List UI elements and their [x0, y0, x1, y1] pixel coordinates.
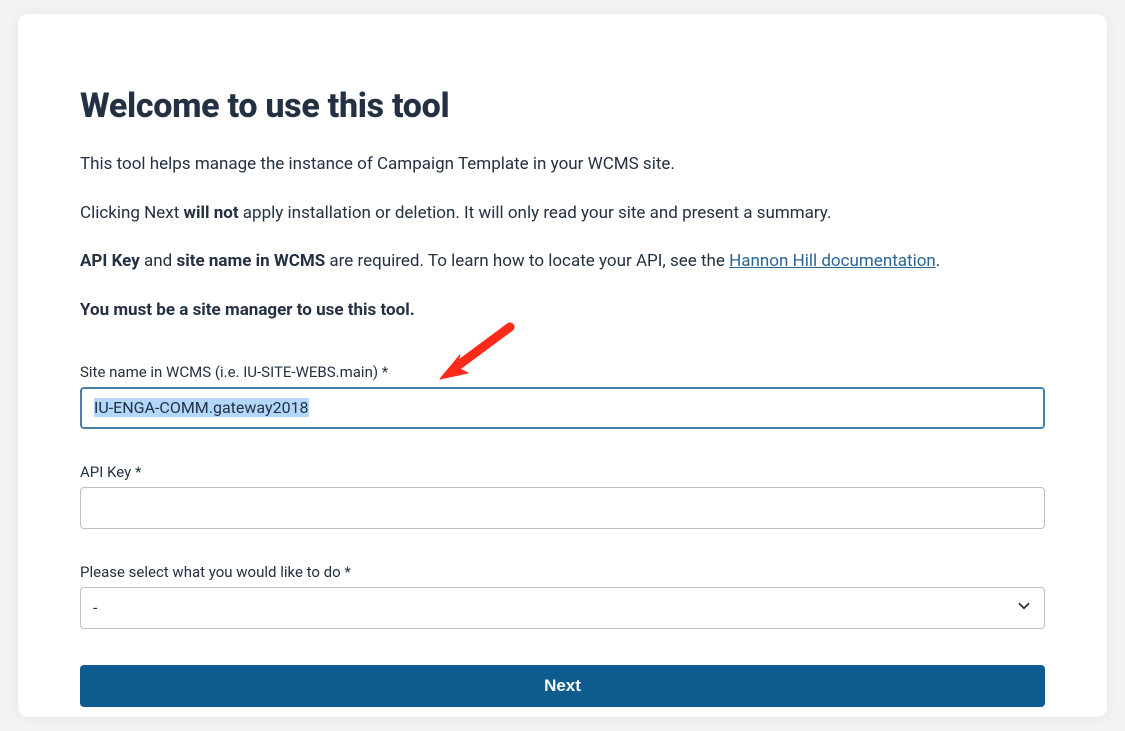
- site-name-input[interactable]: IU-ENGA-COMM.gateway2018: [80, 387, 1045, 429]
- intro-line-3-mid2: are required. To learn how to locate you…: [325, 251, 729, 271]
- site-name-value: IU-ENGA-COMM.gateway2018: [94, 398, 309, 417]
- site-name-label: Site name in WCMS (i.e. IU-SITE-WEBS.mai…: [80, 363, 1045, 381]
- intro-line-2: Clicking Next will not apply installatio…: [80, 201, 1045, 226]
- intro-line-1: This tool helps manage the instance of C…: [80, 152, 1045, 177]
- action-select[interactable]: -: [80, 587, 1045, 629]
- intro-line-3: API Key and site name in WCMS are requir…: [80, 249, 1045, 274]
- intro-line-2-post: apply installation or deletion. It will …: [239, 203, 832, 223]
- page-title: Welcome to use this tool: [80, 86, 1045, 126]
- intro-line-4: You must be a site manager to use this t…: [80, 298, 1045, 323]
- intro-line-3-post: .: [936, 251, 940, 271]
- api-key-field: API Key *: [80, 463, 1045, 529]
- site-name-field: Site name in WCMS (i.e. IU-SITE-WEBS.mai…: [80, 363, 1045, 429]
- intro-line-2-strong: will not: [184, 203, 239, 223]
- action-label: Please select what you would like to do …: [80, 563, 1045, 581]
- next-button[interactable]: Next: [80, 665, 1045, 707]
- api-key-input[interactable]: [80, 487, 1045, 529]
- intro-line-3-mid1: and: [140, 251, 177, 271]
- hannon-hill-link[interactable]: Hannon Hill documentation: [729, 251, 936, 271]
- intro-line-3-api: API Key: [80, 251, 140, 271]
- action-field: Please select what you would like to do …: [80, 563, 1045, 629]
- tool-card: Welcome to use this tool This tool helps…: [18, 14, 1107, 717]
- intro-line-4-strong: You must be a site manager to use this t…: [80, 300, 415, 320]
- api-key-label: API Key *: [80, 463, 1045, 481]
- intro-line-3-site: site name in WCMS: [176, 251, 325, 271]
- intro-line-2-pre: Clicking Next: [80, 203, 184, 223]
